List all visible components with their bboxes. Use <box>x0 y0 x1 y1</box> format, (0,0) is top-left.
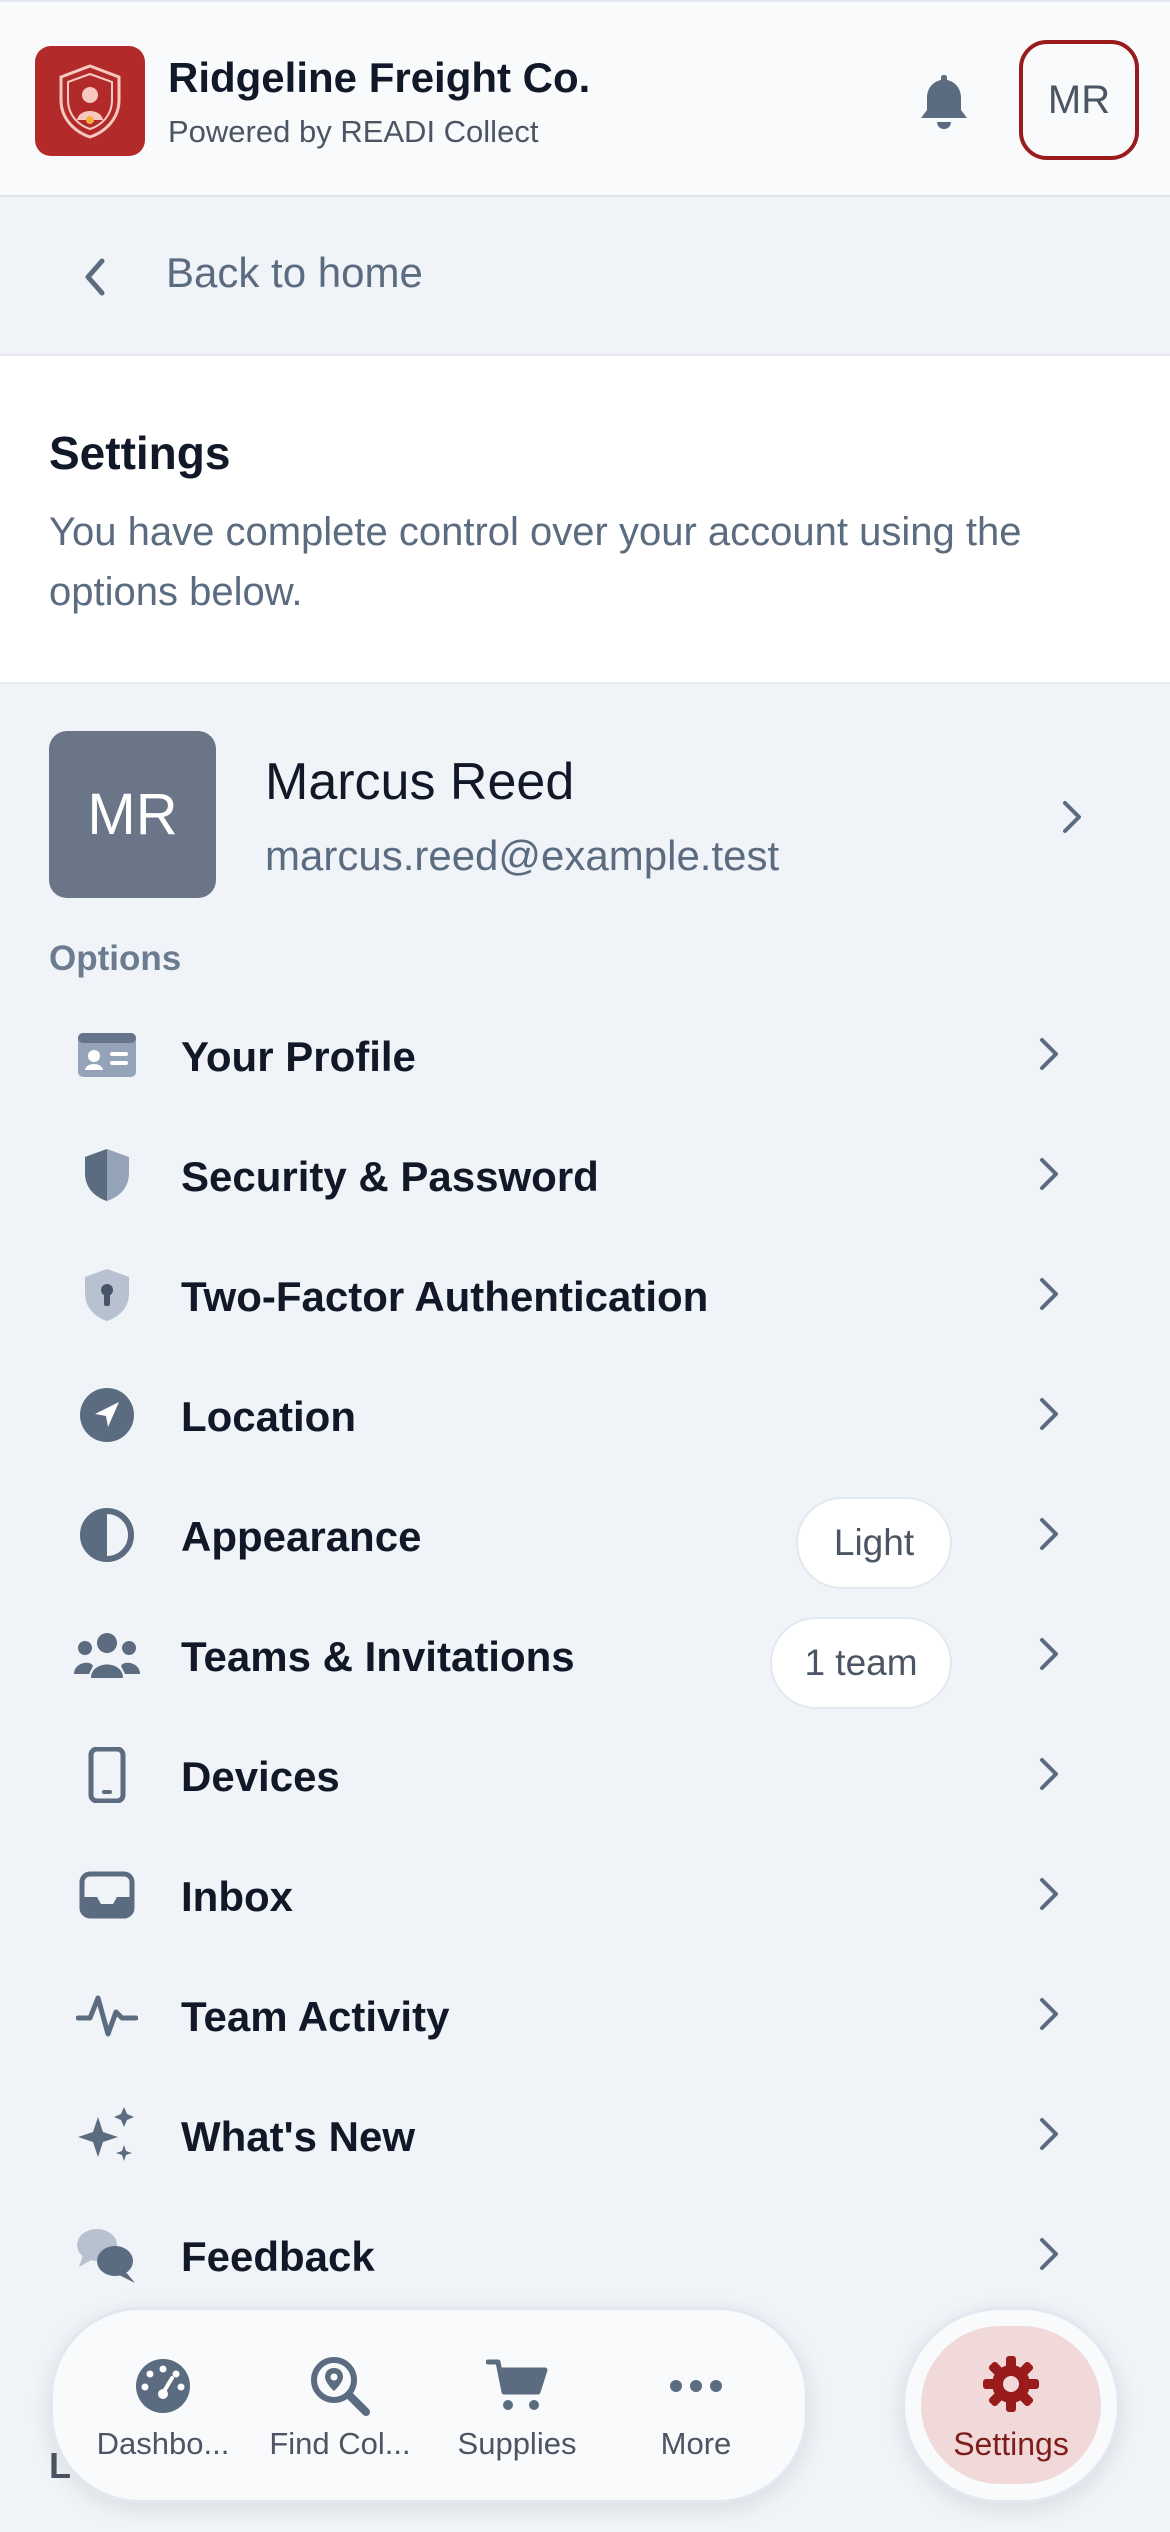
chevron-right-icon <box>1040 2238 1058 2270</box>
chevron-right-icon <box>1040 1878 1058 1910</box>
option-two-factor[interactable]: Two-Factor Authentication <box>0 1235 1170 1355</box>
chevron-right-icon <box>1040 1398 1058 1430</box>
chevron-right-icon <box>1040 2118 1058 2150</box>
nav-settings[interactable]: Settings <box>902 2307 1120 2503</box>
option-devices[interactable]: Devices <box>0 1715 1170 1835</box>
gear-icon <box>983 2356 1039 2412</box>
chevron-right-icon <box>1040 1158 1058 1190</box>
user-menu-button[interactable]: MR <box>1019 40 1139 160</box>
nav-label: Settings <box>953 2426 1069 2462</box>
location-arrow-icon <box>80 1388 134 1442</box>
profile-email: marcus.reed@example.test <box>265 832 780 879</box>
search-location-icon <box>311 2357 370 2416</box>
cart-icon <box>486 2359 548 2410</box>
nav-supplies[interactable]: Supplies <box>427 2310 607 2506</box>
chevron-right-icon <box>1063 801 1081 833</box>
id-card-icon <box>78 1033 136 1077</box>
option-label: Teams & Invitations <box>181 1633 575 1680</box>
bell-icon <box>921 75 967 129</box>
chevron-right-icon <box>1040 1758 1058 1790</box>
options-section-label: Options <box>49 939 182 978</box>
page-title: Settings <box>49 427 231 479</box>
option-appearance[interactable]: Appearance Light <box>0 1475 1170 1595</box>
nav-find-collection[interactable]: Find Col... <box>250 2310 430 2506</box>
nav-dashboard[interactable]: Dashbo... <box>73 2310 253 2506</box>
option-label: Two-Factor Authentication <box>181 1273 709 1320</box>
option-label: Your Profile <box>181 1033 416 1080</box>
option-label: Devices <box>181 1753 340 1800</box>
profile-name: Marcus Reed <box>265 753 575 811</box>
appearance-value-badge: Light <box>796 1497 952 1589</box>
option-inbox[interactable]: Inbox <box>0 1835 1170 1955</box>
chevron-left-icon <box>85 258 105 296</box>
settings-header-card: Settings You have complete control over … <box>0 354 1170 684</box>
nav-label: Supplies <box>457 2426 577 2461</box>
nav-more[interactable]: More <box>606 2310 786 2506</box>
company-name: Ridgeline Freight Co. <box>168 54 591 101</box>
chevron-right-icon <box>1040 1278 1058 1310</box>
app-header: Ridgeline Freight Co. Powered by READI C… <box>0 0 1170 197</box>
option-security-password[interactable]: Security & Password <box>0 1115 1170 1235</box>
chevron-right-icon <box>1040 1518 1058 1550</box>
nav-label: Dashbo... <box>96 2426 230 2461</box>
option-label: Appearance <box>181 1513 422 1560</box>
users-icon <box>74 1633 140 1678</box>
chevron-right-icon <box>1040 1638 1058 1670</box>
option-label: Security & Password <box>181 1153 599 1200</box>
activity-icon <box>76 1995 138 2037</box>
mobile-device-icon <box>88 1747 126 1803</box>
active-tab-highlight: Settings <box>921 2326 1101 2484</box>
chevron-right-icon <box>1040 1998 1058 2030</box>
option-label: Team Activity <box>181 1993 450 2040</box>
option-label: Inbox <box>181 1873 293 1920</box>
back-label: Back to home <box>166 249 423 296</box>
sparkles-icon <box>78 2107 134 2161</box>
option-label: What's New <box>181 2113 416 2160</box>
back-to-home-link[interactable]: Back to home <box>0 199 1170 354</box>
more-dots-icon <box>670 2380 722 2392</box>
option-your-profile[interactable]: Your Profile <box>0 995 1170 1115</box>
nav-label: Find Col... <box>269 2426 411 2461</box>
option-teams-invitations[interactable]: Teams & Invitations 1 team <box>0 1595 1170 1715</box>
avatar: MR <box>49 731 216 898</box>
option-label: Feedback <box>181 2233 375 2280</box>
bottom-navigation: Dashbo... Find Col... Supplies More <box>50 2307 808 2503</box>
powered-by-text: Powered by READI Collect <box>168 114 539 149</box>
shield-lock-icon <box>85 1269 129 1321</box>
shield-icon <box>85 1149 129 1201</box>
teams-count-badge: 1 team <box>770 1617 952 1709</box>
chevron-right-icon <box>1040 1038 1058 1070</box>
inbox-icon <box>79 1871 135 1919</box>
gauge-icon <box>136 2359 190 2413</box>
option-team-activity[interactable]: Team Activity <box>0 1955 1170 2075</box>
chat-bubbles-icon <box>77 2229 135 2283</box>
page-description: You have complete control over your acco… <box>49 510 1022 614</box>
notifications-button[interactable] <box>913 68 975 134</box>
company-logo[interactable] <box>35 46 145 156</box>
shield-person-icon <box>59 64 121 139</box>
option-location[interactable]: Location <box>0 1355 1170 1475</box>
nav-label: More <box>660 2426 732 2461</box>
option-feedback[interactable]: Feedback <box>0 2195 1170 2315</box>
contrast-icon <box>80 1508 134 1562</box>
option-whats-new[interactable]: What's New <box>0 2075 1170 2195</box>
option-label: Location <box>181 1393 356 1440</box>
